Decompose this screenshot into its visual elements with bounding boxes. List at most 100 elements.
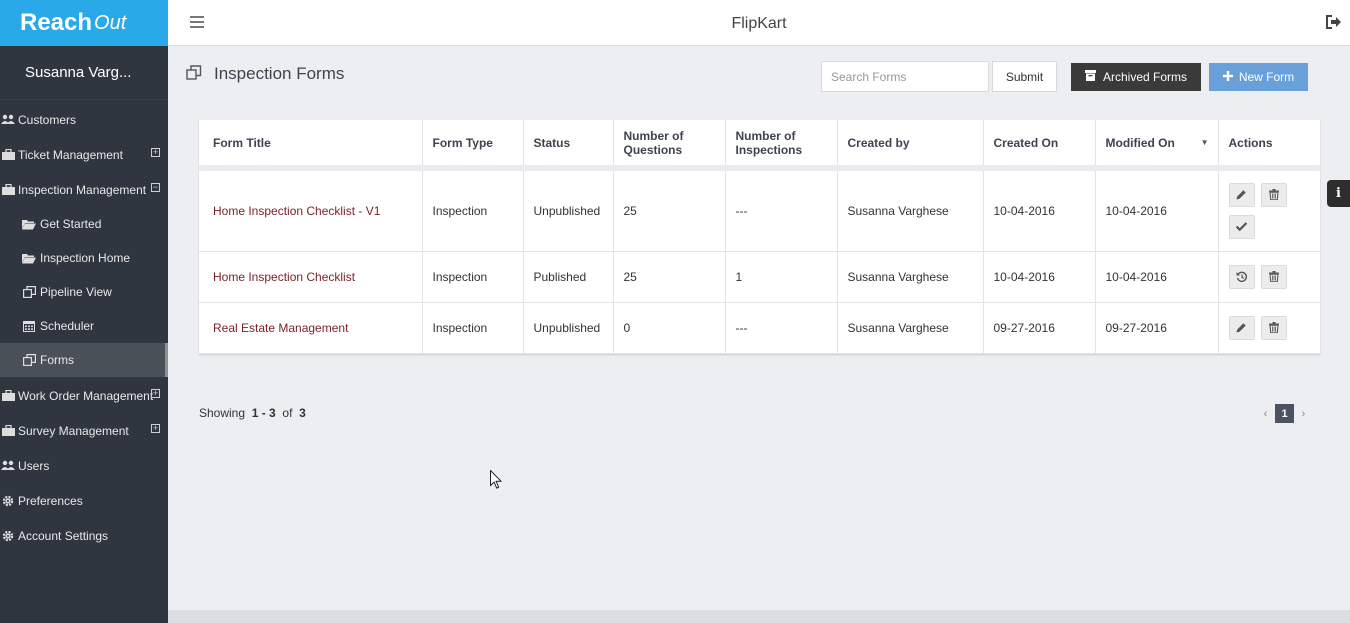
form-title-link[interactable]: Real Estate Management	[199, 302, 422, 354]
sidebar-subitem-label: Inspection Home	[40, 251, 131, 265]
sidebar-item-users[interactable]: Users	[0, 448, 168, 483]
sidebar-item-label: Account Settings	[18, 528, 109, 543]
modified-on-cell: 10-04-2016	[1094, 168, 1218, 252]
briefcase-icon	[1, 149, 15, 161]
actions-cell	[1217, 168, 1320, 252]
sort-desc-icon[interactable]: ▼	[1201, 138, 1209, 147]
forms-copy-icon	[186, 65, 202, 83]
expand-plus-icon[interactable]: +	[151, 389, 160, 398]
user-name[interactable]: Susanna Varg...	[0, 46, 168, 100]
sidebar-item-label: Survey Management	[18, 423, 129, 438]
actions-cell	[1217, 251, 1320, 303]
expand-plus-icon[interactable]: +	[151, 148, 160, 157]
plus-icon	[1222, 70, 1233, 84]
footer-bar	[168, 610, 1350, 623]
history-revert-icon[interactable]	[1228, 264, 1255, 289]
sidebar-subitem-get-started[interactable]: Get Started	[0, 207, 168, 241]
col-header-label: Modified On	[1105, 135, 1175, 150]
sidebar-item-label: Work Order Management	[18, 388, 154, 403]
status-cell: Published	[522, 251, 613, 303]
sidebar: Reach Out Susanna Varg... Customers Tick…	[0, 0, 168, 623]
logout-icon[interactable]	[1326, 15, 1342, 32]
col-header-modified-on[interactable]: Modified On ▼	[1094, 120, 1218, 171]
form-type-cell: Inspection	[421, 302, 523, 354]
sidebar-item-survey-management[interactable]: Survey Management +	[0, 413, 168, 448]
gear-icon	[1, 495, 15, 507]
users-icon	[1, 460, 15, 472]
form-type-cell: Inspection	[421, 168, 523, 252]
created-by-cell: Susanna Varghese	[836, 168, 983, 252]
new-form-label: New Form	[1238, 70, 1295, 84]
forms-table: Form Title Form Type Status Number of Qu…	[199, 120, 1320, 354]
sidebar-item-customers[interactable]: Customers	[0, 102, 168, 137]
edit-pencil-icon[interactable]	[1228, 315, 1255, 340]
form-title-link[interactable]: Home Inspection Checklist	[199, 251, 422, 303]
col-header-status[interactable]: Status	[522, 120, 613, 171]
delete-trash-icon[interactable]	[1260, 182, 1287, 207]
sidebar-subitem-label: Forms	[40, 353, 74, 367]
form-type-cell: Inspection	[421, 251, 523, 303]
edit-pencil-icon[interactable]	[1228, 182, 1255, 207]
archive-icon	[1084, 70, 1096, 84]
col-header-created-by[interactable]: Created by	[836, 120, 983, 171]
sidebar-item-label: Preferences	[18, 493, 83, 508]
publish-check-icon[interactable]	[1228, 214, 1255, 239]
users-icon	[1, 114, 15, 126]
search-forms-input[interactable]	[821, 61, 989, 92]
sidebar-subitem-label: Pipeline View	[40, 285, 112, 299]
col-header-number-of-questions[interactable]: Number of Questions	[612, 120, 725, 171]
sidebar-item-label: Ticket Management	[18, 147, 123, 162]
created-on-cell: 09-27-2016	[982, 302, 1095, 354]
col-header-form-type[interactable]: Form Type	[421, 120, 523, 171]
sidebar-menu: Customers Ticket Management + Inspection…	[0, 100, 168, 207]
table-header-row: Form Title Form Type Status Number of Qu…	[199, 120, 1320, 171]
sidebar-item-account-settings[interactable]: Account Settings	[0, 518, 168, 553]
col-header-number-of-inspections[interactable]: Number of Inspections	[724, 120, 837, 171]
brand-logo[interactable]: Reach Out	[0, 0, 168, 46]
form-title-link[interactable]: Home Inspection Checklist - V1	[199, 168, 422, 252]
info-icon[interactable]: i	[1327, 180, 1350, 207]
calendar-icon	[22, 320, 36, 332]
submit-button[interactable]: Submit	[992, 61, 1057, 92]
sidebar-item-label: Inspection Management	[18, 182, 147, 197]
sidebar-item-preferences[interactable]: Preferences	[0, 483, 168, 518]
prev-page-button[interactable]: ‹	[1256, 404, 1275, 423]
sidebar-subitem-pipeline-view[interactable]: Pipeline View	[0, 275, 168, 309]
showing-range: 1 - 3	[251, 406, 276, 420]
questions-cell: 25	[612, 168, 725, 252]
sidebar-subitem-forms[interactable]: Forms	[0, 343, 168, 377]
sidebar-item-ticket-management[interactable]: Ticket Management +	[0, 137, 168, 172]
delete-trash-icon[interactable]	[1260, 315, 1287, 340]
inspections-cell: ---	[724, 302, 837, 354]
page-title: Inspection Forms	[214, 64, 345, 83]
app-title: FlipKart	[731, 15, 787, 32]
showing-of-label: of	[282, 406, 293, 420]
col-header-actions: Actions	[1217, 120, 1320, 171]
briefcase-icon	[1, 425, 15, 437]
col-header-created-on[interactable]: Created On	[982, 120, 1095, 171]
logo-reach-text: Reach	[20, 9, 93, 36]
page-1-button[interactable]: 1	[1275, 404, 1294, 423]
questions-cell: 0	[612, 302, 725, 354]
showing-label: Showing	[199, 406, 246, 420]
collapse-minus-icon[interactable]: −	[151, 183, 160, 192]
actions-cell	[1217, 302, 1320, 354]
status-cell: Unpublished	[522, 168, 613, 252]
new-form-button[interactable]: New Form	[1209, 63, 1308, 91]
col-header-form-title[interactable]: Form Title	[199, 120, 422, 171]
delete-trash-icon[interactable]	[1260, 264, 1287, 289]
next-page-button[interactable]: ›	[1294, 404, 1313, 423]
sidebar-item-label: Users	[18, 458, 50, 473]
modified-on-cell: 10-04-2016	[1094, 251, 1218, 303]
questions-cell: 25	[612, 251, 725, 303]
sidebar-subitem-label: Scheduler	[40, 319, 95, 333]
pagination: ‹ 1 ›	[1256, 404, 1313, 423]
archived-forms-button[interactable]: Archived Forms	[1071, 63, 1201, 91]
showing-summary: Showing 1 - 3 of 3	[199, 406, 306, 420]
sidebar-menu-lower: Work Order Management + Survey Managemen…	[0, 377, 168, 553]
sidebar-subitem-scheduler[interactable]: Scheduler	[0, 309, 168, 343]
sidebar-item-work-order-management[interactable]: Work Order Management +	[0, 378, 168, 413]
expand-plus-icon[interactable]: +	[151, 424, 160, 433]
sidebar-subitem-inspection-home[interactable]: Inspection Home	[0, 241, 168, 275]
sidebar-item-inspection-management[interactable]: Inspection Management −	[0, 172, 168, 207]
